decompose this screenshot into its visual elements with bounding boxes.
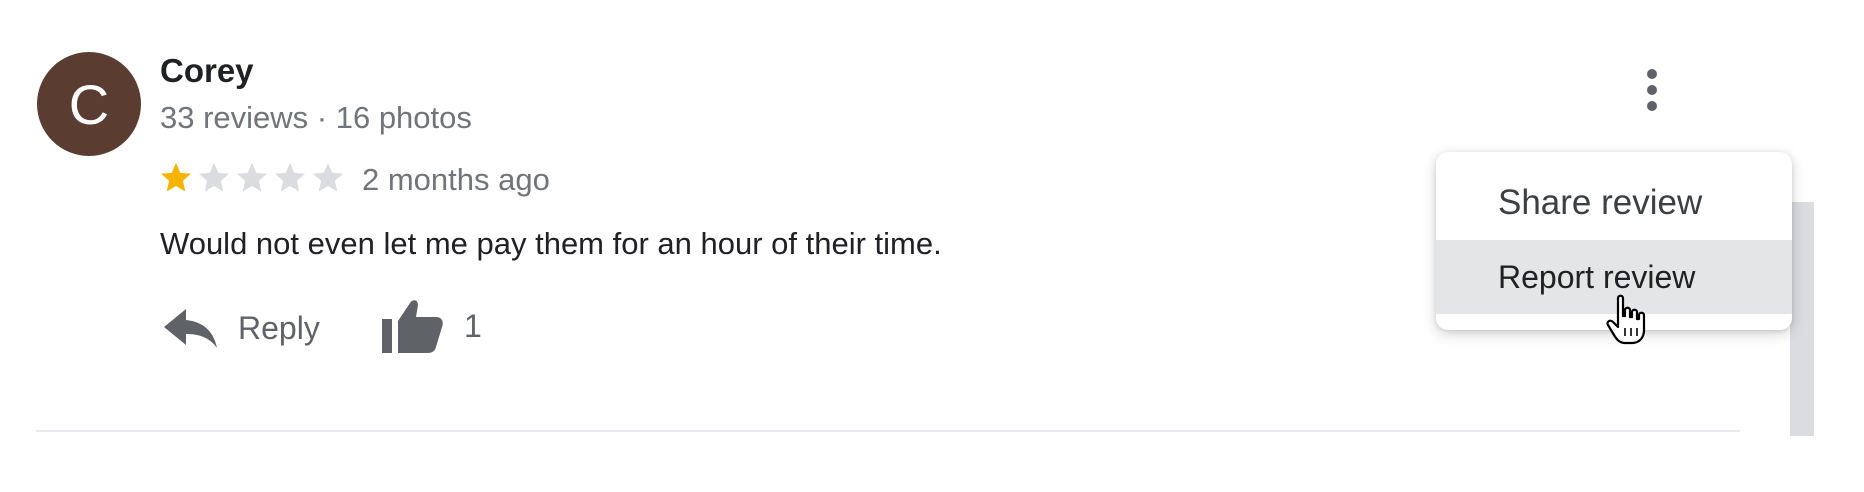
like-button[interactable]: 1 (380, 294, 482, 358)
review-date: 2 months ago (362, 162, 550, 197)
hand-pointer-icon (1606, 294, 1646, 345)
star-rating (158, 160, 346, 200)
star-empty-icon (313, 163, 343, 192)
avatar[interactable]: C (37, 52, 141, 156)
review-divider (36, 430, 1740, 432)
author-name[interactable]: Corey (160, 52, 254, 90)
star-filled-icon (161, 163, 191, 192)
star-empty-icon (275, 163, 305, 192)
star-empty-icon (237, 163, 267, 192)
reply-button[interactable]: Reply (160, 298, 320, 358)
share-review-menu-item[interactable]: Share review (1436, 166, 1792, 240)
reply-label: Reply (238, 309, 320, 346)
star-empty-icon (199, 163, 229, 192)
more-vert-icon (1647, 69, 1657, 111)
reply-icon (164, 309, 217, 348)
more-options-button[interactable] (1636, 62, 1668, 118)
like-count: 1 (464, 307, 482, 344)
thumbs-up-icon (382, 300, 443, 353)
author-meta[interactable]: 33 reviews · 16 photos (160, 100, 472, 136)
avatar-initial: C (68, 72, 110, 136)
review-text: Would not even let me pay them for an ho… (160, 226, 942, 261)
scrollbar[interactable] (1790, 202, 1814, 436)
